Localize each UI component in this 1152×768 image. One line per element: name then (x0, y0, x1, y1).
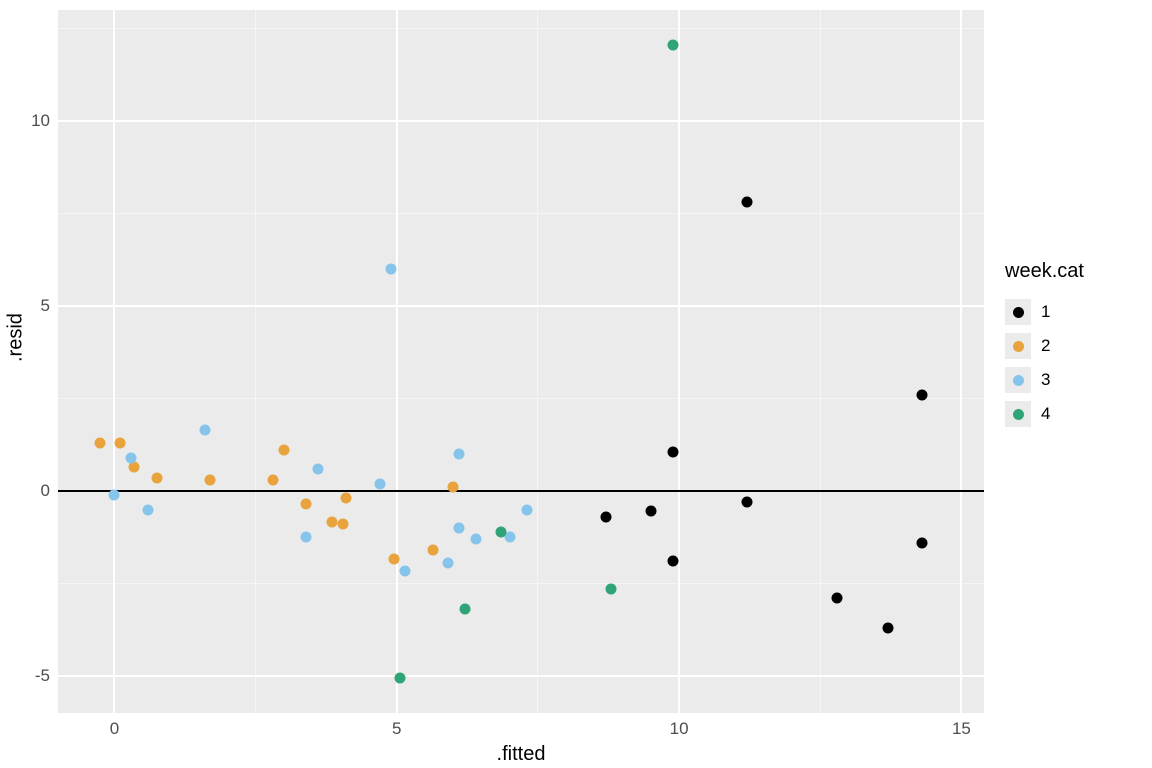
plot-panel (58, 10, 984, 713)
x-tick-label: 5 (392, 719, 401, 739)
data-point (428, 545, 439, 556)
data-point (442, 558, 453, 569)
legend-dot (1013, 341, 1024, 352)
data-point (741, 497, 752, 508)
grid-minor-h (58, 583, 984, 584)
grid-major-v (960, 10, 962, 713)
legend-item: 2 (1005, 329, 1084, 363)
x-tick-label: 0 (110, 719, 119, 739)
data-point (267, 474, 278, 485)
data-point (126, 452, 137, 463)
data-point (109, 489, 120, 500)
data-point (312, 463, 323, 474)
data-point (400, 565, 411, 576)
x-tick-label: 15 (952, 719, 971, 739)
grid-minor-v (820, 10, 821, 713)
x-tick-label: 10 (670, 719, 689, 739)
data-point (741, 197, 752, 208)
y-tick-label: 5 (41, 296, 50, 316)
grid-major-v (678, 10, 680, 713)
data-point (453, 523, 464, 534)
data-point (301, 498, 312, 509)
data-point (459, 604, 470, 615)
y-tick-label: 10 (31, 111, 50, 131)
data-point (521, 504, 532, 515)
y-tick-label: 0 (41, 481, 50, 501)
data-point (388, 554, 399, 565)
grid-major-h (58, 120, 984, 122)
legend-key (1005, 401, 1031, 427)
data-point (832, 593, 843, 604)
legend-dot (1013, 375, 1024, 386)
grid-major-v (113, 10, 115, 713)
data-point (386, 264, 397, 275)
grid-minor-v (537, 10, 538, 713)
scatter-chart: week.cat 1 2 3 4 .fitted .resid 0 5 10 15 -5 0 5 1… (0, 0, 1152, 768)
legend-dot (1013, 409, 1024, 420)
data-point (115, 437, 126, 448)
data-point (453, 449, 464, 460)
data-point (916, 537, 927, 548)
zero-hline (58, 490, 984, 492)
data-point (668, 40, 679, 51)
data-point (394, 672, 405, 683)
grid-major-v (396, 10, 398, 713)
data-point (448, 482, 459, 493)
grid-minor-v (255, 10, 256, 713)
legend-label: 4 (1041, 404, 1050, 424)
data-point (668, 556, 679, 567)
legend: week.cat 1 2 3 4 (1005, 260, 1084, 431)
data-point (668, 447, 679, 458)
legend-label: 3 (1041, 370, 1050, 390)
data-point (278, 445, 289, 456)
data-point (151, 473, 162, 484)
data-point (95, 437, 106, 448)
x-axis-title: .fitted (497, 743, 546, 766)
data-point (199, 424, 210, 435)
legend-key (1005, 333, 1031, 359)
legend-item: 1 (1005, 295, 1084, 329)
legend-item: 4 (1005, 397, 1084, 431)
legend-key (1005, 299, 1031, 325)
data-point (143, 504, 154, 515)
grid-minor-h (58, 28, 984, 29)
grid-major-h (58, 305, 984, 307)
grid-minor-h (58, 213, 984, 214)
y-axis-title: .resid (5, 313, 28, 362)
data-point (340, 493, 351, 504)
grid-major-h (58, 675, 984, 677)
legend-key (1005, 367, 1031, 393)
legend-dot (1013, 307, 1024, 318)
data-point (338, 519, 349, 530)
legend-label: 1 (1041, 302, 1050, 322)
legend-label: 2 (1041, 336, 1050, 356)
data-point (326, 517, 337, 528)
legend-title: week.cat (1005, 260, 1084, 283)
data-point (470, 534, 481, 545)
grid-minor-h (58, 398, 984, 399)
data-point (883, 622, 894, 633)
data-point (205, 474, 216, 485)
data-point (374, 478, 385, 489)
data-point (645, 506, 656, 517)
y-tick-label: -5 (35, 666, 50, 686)
legend-item: 3 (1005, 363, 1084, 397)
data-point (496, 526, 507, 537)
data-point (301, 532, 312, 543)
data-point (606, 584, 617, 595)
data-point (600, 511, 611, 522)
data-point (916, 389, 927, 400)
